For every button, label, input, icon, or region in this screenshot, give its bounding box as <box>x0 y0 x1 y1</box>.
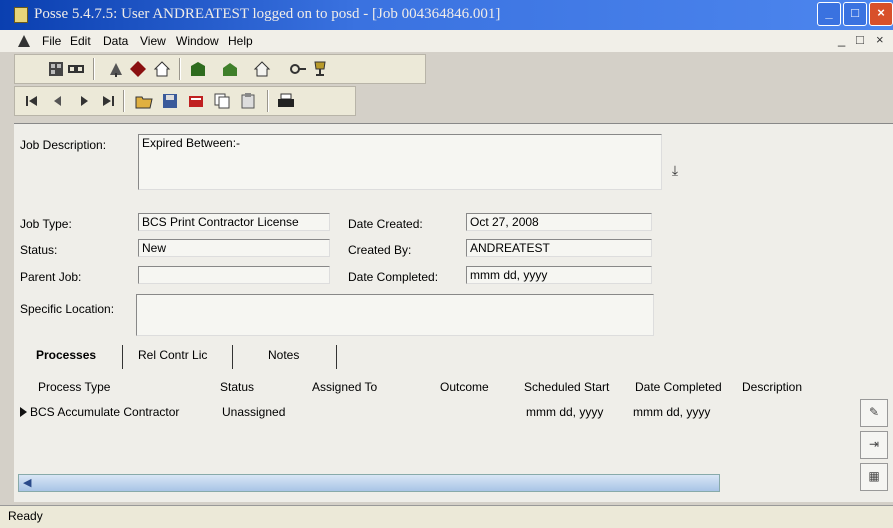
minimize-button[interactable]: _ <box>817 2 841 26</box>
col-date-completed[interactable]: Date Completed <box>635 380 722 394</box>
mdi-restore-button[interactable]: □ <box>856 32 864 47</box>
save-icon[interactable] <box>161 92 179 110</box>
date-completed-field[interactable]: mmm dd, yyyy <box>466 266 652 284</box>
open-folder-icon[interactable] <box>135 92 153 110</box>
menu-window[interactable]: Window <box>176 34 219 48</box>
cell-scheduled-start: mmm dd, yyyy <box>526 405 604 419</box>
specific-location-label: Specific Location: <box>20 302 115 316</box>
key-icon[interactable] <box>289 60 307 78</box>
cell-status: Unassigned <box>222 405 286 419</box>
job-type-label: Job Type: <box>20 217 72 231</box>
col-scheduled-start[interactable]: Scheduled Start <box>524 380 609 394</box>
col-process-type[interactable]: Process Type <box>38 380 110 394</box>
grid-icon[interactable] <box>47 60 65 78</box>
status-field[interactable]: New <box>138 239 330 257</box>
parent-job-label: Parent Job: <box>20 270 82 284</box>
title-bar: Posse 5.4.7.5: User ANDREATEST logged on… <box>0 0 893 30</box>
tab-rel-contr-lic[interactable]: Rel Contr Lic <box>138 348 207 362</box>
window-title: Posse 5.4.7.5: User ANDREATEST logged on… <box>34 6 501 22</box>
specific-location-field[interactable] <box>136 294 654 336</box>
menu-help[interactable]: Help <box>228 34 253 48</box>
menu-data[interactable]: Data <box>103 34 128 48</box>
date-created-label: Date Created: <box>348 217 423 231</box>
row-pointer-icon <box>20 407 27 417</box>
expand-description-icon[interactable]: ⤓ <box>666 162 684 180</box>
status-bar: Ready <box>0 505 893 528</box>
menu-file[interactable]: File <box>42 34 61 48</box>
col-status[interactable]: Status <box>220 380 254 394</box>
grid-view-icon[interactable]: ▦ <box>860 463 888 491</box>
next-record-icon[interactable] <box>75 92 93 110</box>
parent-job-field[interactable] <box>138 266 330 284</box>
menu-bar: File Edit Data View Window Help _ □ × <box>0 30 893 52</box>
job-description-field[interactable]: Expired Between:- <box>138 134 662 190</box>
job-form-panel: Job Description: Expired Between:- ⤓ Job… <box>14 123 893 502</box>
job-type-field[interactable]: BCS Print Contractor License <box>138 213 330 231</box>
mdi-minimize-button[interactable]: _ <box>838 32 845 47</box>
toolbar-nav <box>14 86 356 116</box>
add-process-icon[interactable]: ✎ <box>860 399 888 427</box>
home-icon[interactable] <box>153 60 171 78</box>
paste-icon[interactable] <box>239 92 257 110</box>
cell-process-type: BCS Accumulate Contractor <box>30 405 180 419</box>
job-description-label: Job Description: <box>20 138 107 152</box>
tab-notes[interactable]: Notes <box>268 348 299 362</box>
created-by-field[interactable]: ANDREATEST <box>466 239 652 257</box>
diamond-icon[interactable] <box>129 60 147 78</box>
side-icon-column: ✎ ⇥ ▦ <box>855 395 893 495</box>
green-building2-icon[interactable] <box>221 60 239 78</box>
date-completed-label: Date Completed: <box>348 270 439 284</box>
toolbar-main <box>14 54 426 84</box>
delete-icon[interactable] <box>187 92 205 110</box>
green-building-icon[interactable] <box>189 60 207 78</box>
link-icon[interactable] <box>67 60 85 78</box>
menu-view[interactable]: View <box>140 34 166 48</box>
app-logo-icon <box>18 35 30 47</box>
mdi-close-button[interactable]: × <box>876 32 884 47</box>
app-icon <box>14 7 28 23</box>
scroll-left-icon[interactable]: ◀ <box>23 476 31 489</box>
last-record-icon[interactable] <box>99 92 117 110</box>
date-created-field[interactable]: Oct 27, 2008 <box>466 213 652 231</box>
print-icon[interactable] <box>277 92 295 110</box>
edit-process-icon[interactable]: ⇥ <box>860 431 888 459</box>
col-description[interactable]: Description <box>742 380 802 394</box>
maximize-button[interactable]: □ <box>843 2 867 26</box>
first-record-icon[interactable] <box>23 92 41 110</box>
col-outcome[interactable]: Outcome <box>440 380 489 394</box>
status-text: Ready <box>8 509 43 523</box>
tree-icon[interactable] <box>107 60 125 78</box>
col-assigned-to[interactable]: Assigned To <box>312 380 377 394</box>
prev-record-icon[interactable] <box>49 92 67 110</box>
trophy-icon[interactable] <box>311 60 329 78</box>
status-label: Status: <box>20 243 58 257</box>
close-button[interactable]: × <box>869 2 893 26</box>
tab-processes[interactable]: Processes <box>36 348 96 362</box>
horizontal-scrollbar[interactable]: ◀ <box>18 474 720 492</box>
menu-edit[interactable]: Edit <box>70 34 91 48</box>
house-icon[interactable] <box>253 60 271 78</box>
copy-icon[interactable] <box>213 92 231 110</box>
created-by-label: Created By: <box>348 243 412 257</box>
cell-date-completed: mmm dd, yyyy <box>633 405 711 419</box>
